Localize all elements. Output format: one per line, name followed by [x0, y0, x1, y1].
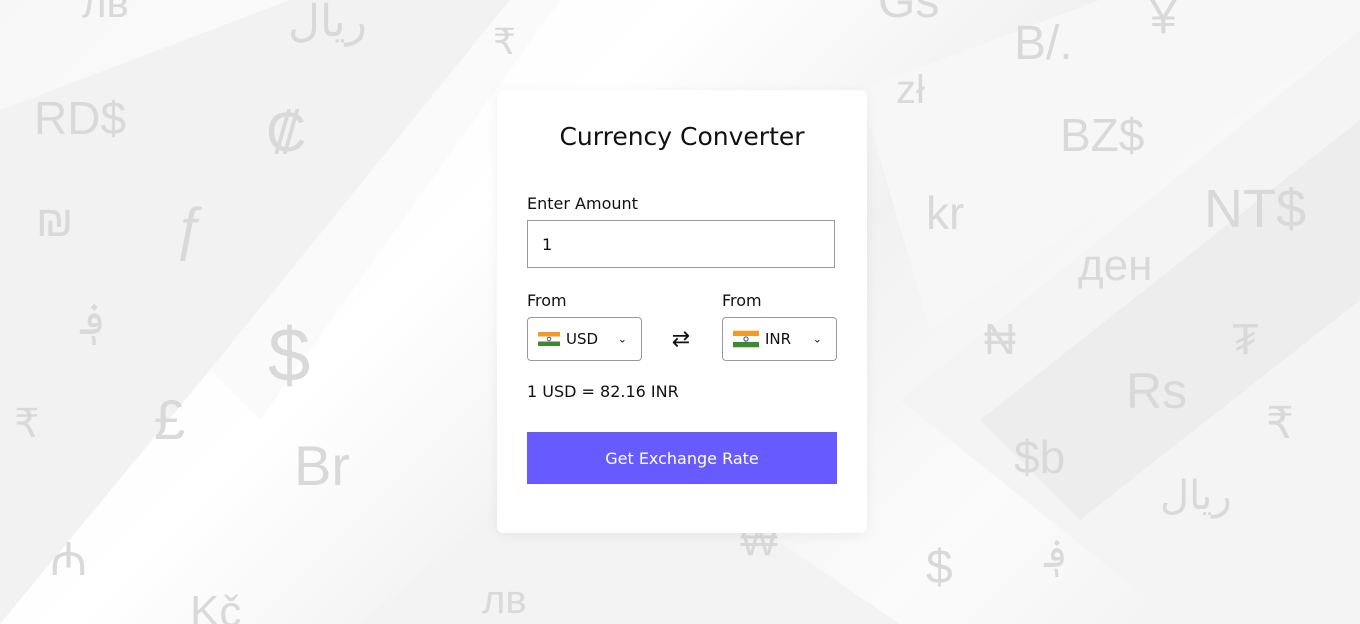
chevron-down-icon: ⌄ [617, 332, 627, 346]
card-title: Currency Converter [559, 122, 805, 151]
bg-symbol: B/. [1014, 17, 1073, 70]
bg-symbol: ден [1078, 241, 1153, 290]
from-currency-value: USD [566, 330, 599, 348]
bg-symbol: ₦ [984, 315, 1016, 364]
bg-symbol: ₼ [50, 533, 88, 585]
bg-symbol: лв [82, 0, 129, 26]
to-currency-select[interactable]: INR ⌄ [722, 317, 837, 361]
chevron-down-icon: ⌄ [812, 332, 822, 346]
amount-input[interactable] [527, 220, 835, 268]
bg-symbol: Rs [1126, 363, 1188, 419]
india-flag-icon [733, 330, 759, 348]
bg-symbol: BZ$ [1060, 109, 1145, 161]
bg-symbol: $ [268, 313, 311, 398]
bg-symbol: ؋ [80, 295, 106, 344]
bg-symbol: Br [294, 434, 350, 497]
bg-symbol: £ [154, 388, 186, 451]
bg-symbol: ₪ [36, 197, 74, 246]
exchange-result: 1 USD = 82.16 INR [527, 382, 679, 401]
bg-symbol: Kč [190, 587, 242, 624]
india-flag-icon [538, 332, 560, 346]
bg-symbol: $ [926, 541, 953, 594]
from-label: From [527, 291, 567, 310]
to-label: From [722, 291, 762, 310]
bg-symbol: kr [926, 187, 965, 239]
bg-symbol: ₡ [266, 100, 307, 163]
bg-symbol: $b [1014, 431, 1066, 483]
bg-symbol: RD$ [34, 92, 127, 144]
bg-symbol: ₹ [1266, 399, 1294, 448]
get-exchange-rate-button[interactable]: Get Exchange Rate [527, 432, 837, 484]
converter-card: Currency Converter Enter Amount From Fro… [497, 90, 867, 533]
bg-symbol: ₹ [493, 21, 516, 62]
bg-symbol: zł [896, 68, 925, 112]
bg-symbol: ƒ [172, 196, 205, 261]
to-currency-value: INR [765, 330, 792, 348]
bg-symbol: Gs [878, 0, 940, 28]
bg-symbol: ₹ [14, 402, 40, 446]
bg-symbol: ₮ [1232, 315, 1259, 364]
bg-symbol: ؋ [1044, 532, 1068, 576]
bg-symbol: ¥ [1150, 0, 1177, 44]
amount-label: Enter Amount [527, 194, 638, 213]
bg-symbol: лв [482, 578, 527, 622]
bg-symbol: ریال [288, 0, 367, 46]
swap-icon[interactable]: ⇄ [667, 326, 695, 354]
bg-symbol: NT$ [1204, 179, 1307, 239]
bg-symbol: ریال [1160, 474, 1232, 518]
from-currency-select[interactable]: USD ⌄ [527, 317, 642, 361]
